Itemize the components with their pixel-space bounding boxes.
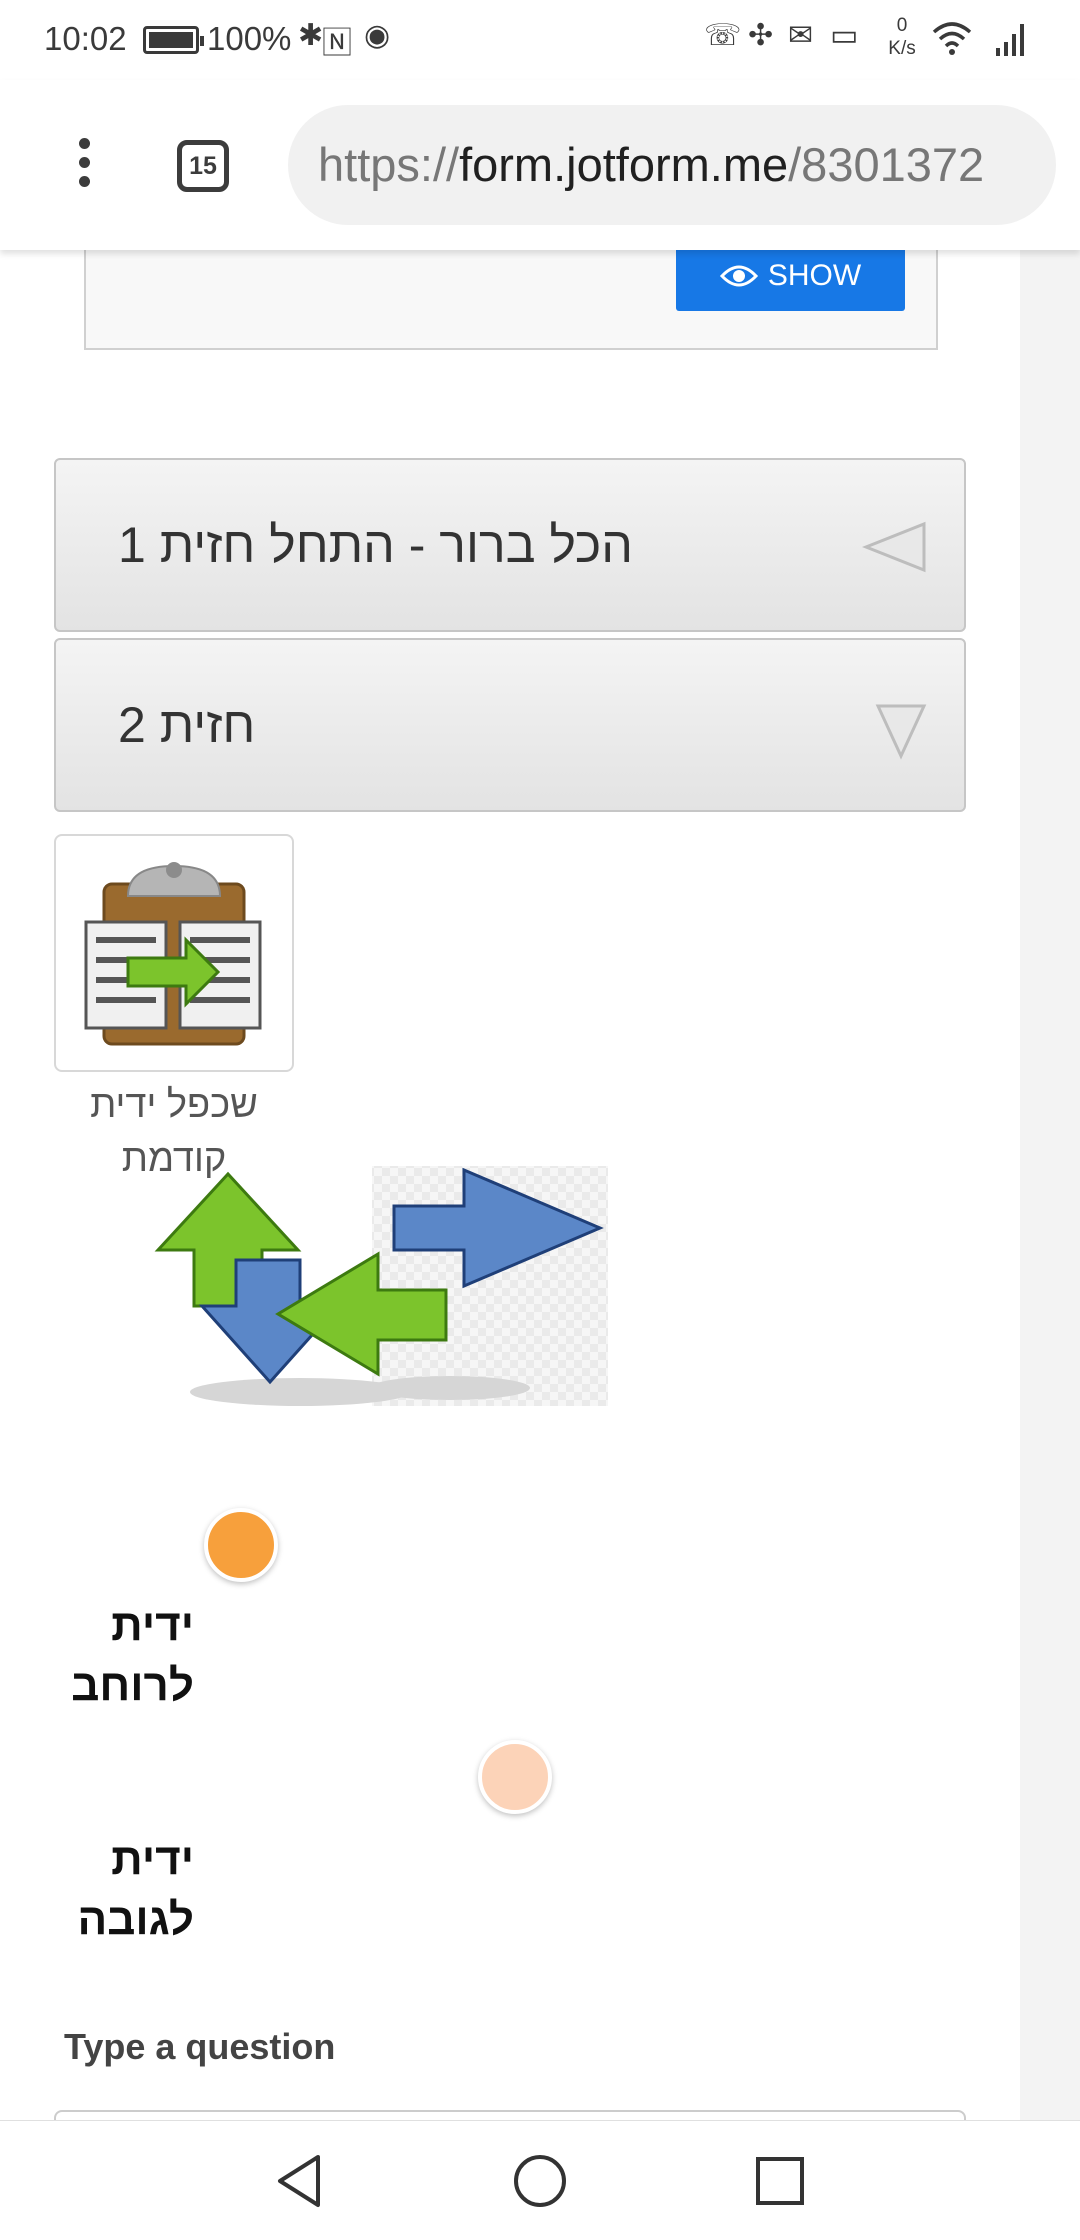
pinwheel-icon: ✣ bbox=[748, 19, 774, 52]
nav-back-icon[interactable] bbox=[270, 2151, 330, 2211]
show-button-label: SHOW bbox=[767, 259, 862, 292]
network-speed-value: 0 bbox=[896, 15, 908, 36]
missed-call-icon: ☏ bbox=[704, 19, 742, 52]
battery-percent: 100% bbox=[207, 20, 292, 57]
collapse-section-2-title: חזית 2 bbox=[118, 697, 256, 753]
network-speed: 0 K/s bbox=[882, 14, 922, 60]
url-path: /8301372 bbox=[788, 138, 985, 191]
collapse-section-1-title: הכל ברור - התחל חזית 1 bbox=[118, 517, 633, 573]
swap-arrows-icon[interactable] bbox=[150, 1160, 610, 1410]
question-label: Type a question bbox=[64, 2026, 336, 2067]
url-bar[interactable]: https://form.jotform.me/8301372 bbox=[288, 105, 1056, 225]
page-gutter bbox=[1020, 250, 1080, 2120]
duplicate-widget-button[interactable] bbox=[54, 834, 294, 1072]
wifi-icon bbox=[932, 22, 972, 55]
signal-icon bbox=[996, 24, 1024, 56]
browser-toolbar: 15 https://form.jotform.me/8301372 bbox=[0, 80, 1080, 250]
nav-home-icon[interactable] bbox=[510, 2151, 570, 2211]
width-slider-label: ידית לרוחב bbox=[71, 1601, 194, 1710]
clipboard-copy-icon bbox=[84, 862, 262, 1046]
mail-icon: ✉ bbox=[788, 19, 814, 52]
network-speed-unit: K/s bbox=[888, 38, 916, 59]
width-slider-handle[interactable] bbox=[204, 1508, 278, 1582]
collapse-section-2[interactable]: חזית 2 bbox=[54, 638, 966, 812]
eye-comfort-icon: ◉ bbox=[364, 19, 391, 52]
collapse-down-arrow-icon bbox=[875, 704, 927, 760]
battery-icon bbox=[143, 26, 204, 54]
collapse-left-arrow-icon bbox=[862, 521, 926, 573]
nav-recents-icon[interactable] bbox=[750, 2151, 810, 2211]
status-bar: 10:02 100% ✱ 🄽 ◉ ☏ ✣ ✉ ▭ 0 K/s bbox=[0, 0, 1080, 80]
show-button[interactable]: SHOW bbox=[676, 241, 905, 311]
status-time: 10:02 bbox=[44, 20, 127, 57]
tab-switcher-icon[interactable]: 15 bbox=[177, 140, 229, 192]
navigation-bar bbox=[0, 2120, 1080, 2240]
menu-dots-icon[interactable] bbox=[76, 138, 92, 194]
bluetooth-icon: ✱ bbox=[298, 19, 324, 52]
url-scheme: https:// bbox=[318, 138, 460, 191]
eye-icon bbox=[719, 265, 758, 287]
height-slider-handle[interactable] bbox=[478, 1740, 552, 1814]
nfc-icon: 🄽 bbox=[322, 27, 352, 60]
height-slider-label: ידית לגובה bbox=[77, 1835, 194, 1944]
laptop-icon: ▭ bbox=[830, 19, 859, 52]
url-host: form.jotform.me bbox=[459, 138, 789, 191]
collapse-section-1[interactable]: הכל ברור - התחל חזית 1 bbox=[54, 458, 966, 632]
